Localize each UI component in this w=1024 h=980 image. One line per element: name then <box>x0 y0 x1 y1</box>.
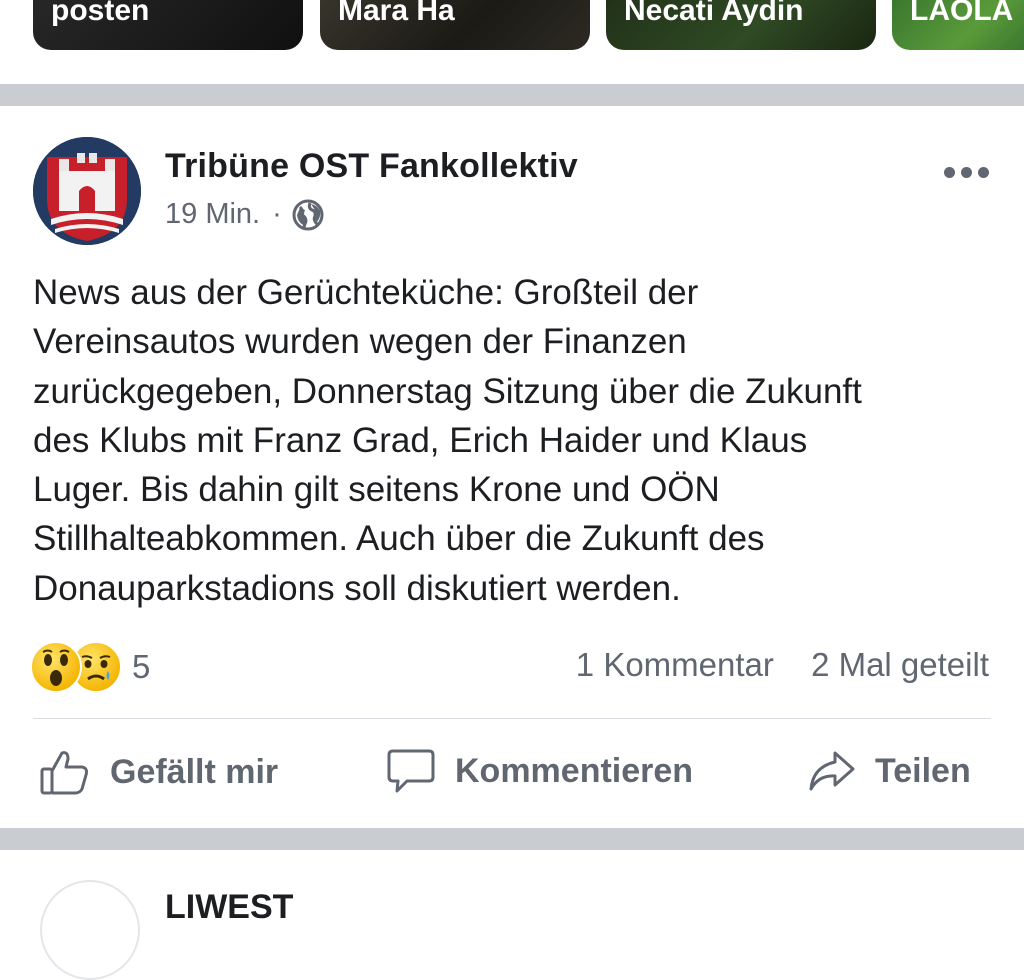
post-action-bar: Gefällt mir Kommentieren Teilen <box>0 745 1024 807</box>
wow-reaction-icon <box>30 641 82 693</box>
speech-bubble-icon <box>387 749 435 793</box>
next-post-page-name[interactable]: LIWEST <box>165 888 293 927</box>
story-label: LAOLA <box>910 0 1014 27</box>
page-avatar[interactable] <box>33 137 141 245</box>
dot-icon <box>961 166 972 178</box>
post-meta: 19 Min. · <box>165 198 324 231</box>
action-divider <box>33 718 991 719</box>
story-label: Mara Ha <box>338 0 455 27</box>
reaction-count: 5 <box>132 648 151 685</box>
section-divider <box>0 84 1024 106</box>
more-options-button[interactable] <box>944 160 994 184</box>
story-card[interactable]: Mara Ha <box>320 0 590 50</box>
stories-strip: posten Mara Ha Necati Aydin LAOLA <box>0 0 1024 84</box>
story-label: Necati Aydin <box>624 0 804 27</box>
reactions-summary[interactable]: 5 <box>30 641 150 693</box>
like-label: Gefällt mir <box>110 752 279 791</box>
page-name[interactable]: Tribüne OST Fankollektiv <box>165 147 578 186</box>
globe-icon <box>292 199 324 230</box>
story-card[interactable]: Necati Aydin <box>606 0 876 50</box>
club-crest-icon <box>33 137 141 245</box>
comment-button[interactable]: Kommentieren <box>385 745 693 797</box>
comment-count-link[interactable]: 1 Kommentar <box>576 646 774 683</box>
section-divider <box>0 828 1024 850</box>
dot-icon <box>978 166 989 178</box>
share-button[interactable]: Teilen <box>805 745 971 797</box>
meta-separator: · <box>272 198 282 230</box>
post-text: News aus der Gerüchteküche: Großteil der… <box>33 273 862 608</box>
next-post-avatar[interactable] <box>40 880 140 980</box>
dot-icon <box>944 166 955 178</box>
post-timestamp[interactable]: 19 Min. <box>165 198 260 231</box>
story-card[interactable]: LAOLA <box>892 0 1024 50</box>
thumbs-up-icon <box>40 751 88 795</box>
comment-label: Kommentieren <box>455 751 694 790</box>
share-count-link[interactable]: 2 Mal geteilt <box>811 646 989 683</box>
engagement-stats: 1 Kommentar 2 Mal geteilt <box>576 646 989 684</box>
like-button[interactable]: Gefällt mir <box>38 745 278 799</box>
story-card[interactable]: posten <box>33 0 303 50</box>
share-arrow-icon <box>809 751 855 791</box>
story-label: posten <box>51 0 150 27</box>
share-label: Teilen <box>875 751 971 790</box>
